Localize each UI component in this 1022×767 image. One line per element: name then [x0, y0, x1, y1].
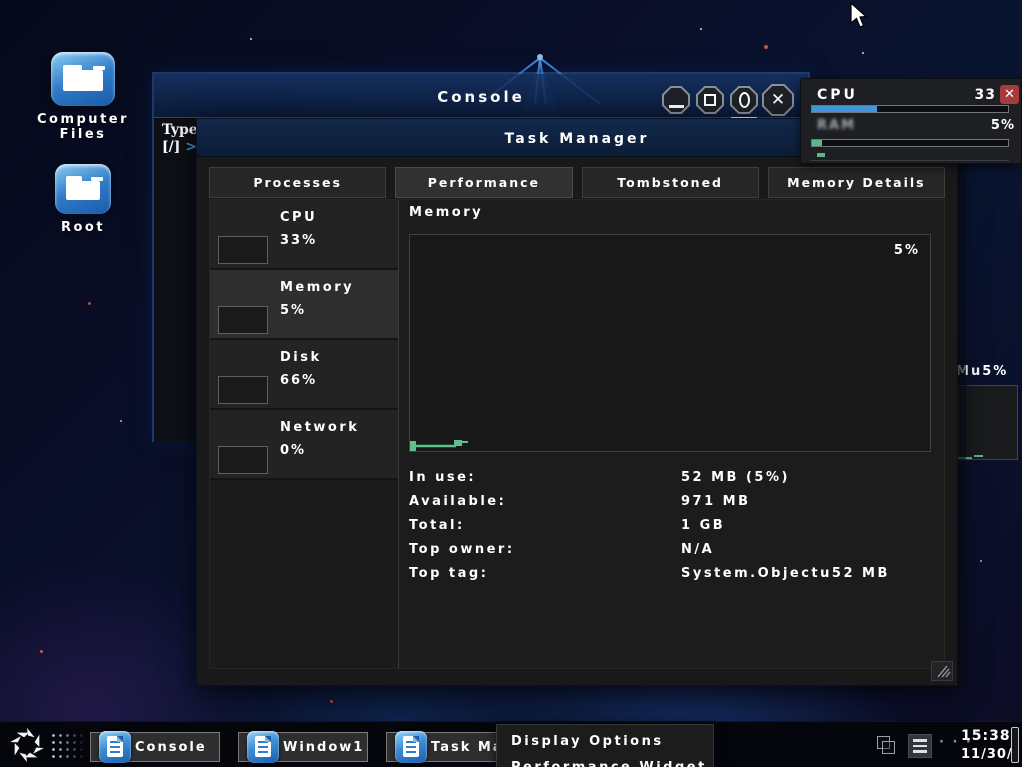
widgets-tray-icon[interactable]: [875, 734, 899, 758]
clock-time: 15:38: [961, 728, 1011, 744]
start-button[interactable]: [8, 726, 86, 764]
cpu-mini-graph: [218, 236, 268, 264]
start-dot-grid: [50, 732, 88, 759]
taskbar-button-window1[interactable]: Window1: [238, 732, 368, 762]
tab-performance[interactable]: Performance: [395, 167, 572, 198]
star: [40, 650, 43, 653]
star: [862, 52, 864, 54]
taskbar-context-menu: Display Options Performance Widget: [496, 724, 714, 767]
tab-tombstoned[interactable]: Tombstoned: [582, 167, 759, 198]
detail-in-use: In use: 52 MB (5%): [409, 470, 929, 494]
detail-total: Total: 1 GB: [409, 518, 929, 542]
performance-widget: CPU 33 ✕ RAM 5%: [800, 78, 1022, 164]
tray-menu-icon[interactable]: [908, 734, 932, 758]
window-translucent-edge: [957, 119, 966, 685]
ram-green-indicator: [817, 153, 825, 157]
mouse-cursor: [848, 2, 870, 30]
widget-cpu-label: CPU: [817, 87, 858, 103]
panel-heading: Memory: [409, 205, 483, 220]
tab-processes[interactable]: Processes: [209, 167, 386, 198]
detail-available: Available: 971 MB: [409, 494, 929, 518]
memory-usage-line: [410, 235, 932, 451]
cpu-usage-bar: [811, 105, 1009, 113]
star: [120, 420, 122, 422]
desktop-icon-label: Root: [28, 220, 138, 235]
star: [980, 560, 982, 562]
app-document-icon: [99, 731, 131, 763]
desktop-icon-root[interactable]: Root: [28, 164, 138, 235]
app-document-icon: [247, 731, 279, 763]
widget-ram-value: 5%: [991, 118, 1015, 133]
tab-memory-details[interactable]: Memory Details: [768, 167, 945, 198]
pin-button[interactable]: [730, 86, 758, 114]
widget-cpu-value: 33: [975, 87, 996, 103]
folder-icon: [51, 52, 115, 106]
ram-usage-bar: [811, 139, 1009, 147]
network-mini-graph: [218, 446, 268, 474]
menu-item-performance-widget[interactable]: Performance Widget: [511, 760, 707, 767]
desktop-icon-computer-files[interactable]: Computer Files: [18, 52, 148, 142]
task-manager-window: Task Manager ✕ Processes Performance Tom…: [196, 118, 958, 686]
sidebar-item-cpu[interactable]: CPU 33%: [210, 200, 398, 270]
start-shuriken-icon: [8, 726, 46, 764]
star: [700, 28, 702, 30]
widget-divider: [811, 160, 1009, 161]
detail-top-owner: Top owner: N/A: [409, 542, 929, 566]
disk-mini-graph: [218, 376, 268, 404]
app-document-icon: [395, 731, 427, 763]
resize-grip[interactable]: [931, 661, 953, 681]
desktop: { "desktop": { "icons": [ { "label": "Co…: [0, 0, 1022, 767]
memory-panel: Memory 5% In use: 52 MB (5%) Available: …: [400, 200, 944, 668]
star: [250, 38, 252, 40]
sidebar-item-disk[interactable]: Disk 66%: [210, 340, 398, 410]
sidebar-item-memory[interactable]: Memory 5%: [210, 270, 398, 340]
maximize-button[interactable]: [696, 86, 724, 114]
widget-close-button[interactable]: ✕: [1000, 85, 1019, 104]
memory-usage-graph: 5%: [409, 234, 931, 452]
detail-top-tag: Top tag: System.Objectu52 MB: [409, 566, 929, 590]
performance-sidebar: CPU 33% Memory 5% Disk 66% Network 0%: [210, 200, 399, 668]
menu-item-display-options[interactable]: Display Options: [511, 734, 664, 749]
minimize-button[interactable]: [662, 86, 690, 114]
memory-mini-graph: [218, 306, 268, 334]
star: [330, 700, 333, 703]
folder-icon: [55, 164, 111, 214]
console-titlebar[interactable]: Console ✕: [154, 74, 808, 118]
desktop-icon-label: Computer Files: [18, 112, 148, 142]
star: [88, 302, 91, 305]
star: [764, 45, 768, 49]
task-manager-tabs: Processes Performance Tombstoned Memory …: [209, 167, 945, 198]
taskbar-button-console[interactable]: Console: [90, 732, 220, 762]
widget-ram-label: RAM: [817, 118, 856, 133]
show-desktop-button[interactable]: [1011, 727, 1019, 763]
clock-date: 11/30/: [961, 747, 1013, 762]
sidebar-item-network[interactable]: Network 0%: [210, 410, 398, 480]
task-manager-content: CPU 33% Memory 5% Disk 66% Network 0% Me…: [209, 199, 945, 669]
